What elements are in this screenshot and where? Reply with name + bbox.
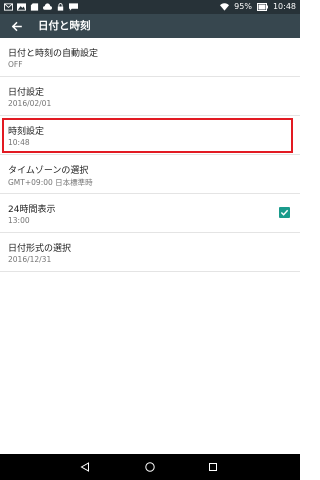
- sd-card-icon: [30, 3, 39, 11]
- recents-square-icon: [209, 463, 217, 471]
- home-circle-icon: [145, 462, 155, 472]
- setting-24-hour[interactable]: 24時間表示 13:00: [0, 194, 300, 233]
- navigation-bar: [0, 454, 300, 480]
- setting-date-format[interactable]: 日付形式の選択 2016/12/31: [0, 233, 300, 272]
- setting-summary: 2016/02/01: [8, 99, 52, 108]
- setting-title: 24時間表示: [8, 205, 56, 215]
- nav-home-button[interactable]: [137, 454, 163, 480]
- nav-recents-button[interactable]: [200, 454, 226, 480]
- 24-hour-checkbox[interactable]: [279, 207, 290, 218]
- setting-title: タイムゾーンの選択: [8, 166, 89, 176]
- setting-summary: OFF: [8, 60, 23, 69]
- setting-summary: 2016/12/31: [8, 255, 52, 264]
- battery-percent: 95%: [234, 2, 252, 11]
- back-button[interactable]: [6, 16, 26, 36]
- battery-icon: [256, 3, 268, 11]
- chat-icon: [69, 3, 78, 11]
- check-icon: [280, 209, 289, 216]
- page-title: 日付と時刻: [38, 20, 91, 32]
- setting-summary: 10:48: [8, 138, 30, 147]
- wifi-icon: [220, 3, 230, 11]
- status-time: 10:48: [272, 2, 296, 11]
- status-bar: 95% 10:48: [0, 0, 300, 14]
- setting-title: 日付と時刻の自動設定: [8, 49, 99, 59]
- settings-list: 日付と時刻の自動設定 OFF 日付設定 2016/02/01 時刻設定 10:4…: [0, 38, 300, 272]
- setting-auto-date-time[interactable]: 日付と時刻の自動設定 OFF: [0, 38, 300, 77]
- lock-icon: [57, 3, 64, 11]
- notification-icons: [4, 0, 78, 14]
- setting-title: 時刻設定: [8, 127, 45, 137]
- setting-summary: GMT+09:00 日本標準時: [8, 178, 93, 187]
- app-bar: 日付と時刻: [0, 14, 300, 38]
- arrow-back-icon: [11, 21, 22, 31]
- setting-title: 日付形式の選択: [8, 244, 72, 254]
- setting-time[interactable]: 時刻設定 10:48: [0, 116, 300, 155]
- nav-back-button[interactable]: [72, 454, 98, 480]
- setting-date[interactable]: 日付設定 2016/02/01: [0, 77, 300, 116]
- highlight-box: [2, 118, 293, 153]
- mail-icon: [4, 3, 13, 11]
- setting-title: 日付設定: [8, 88, 45, 98]
- image-icon: [17, 3, 26, 11]
- back-triangle-icon: [80, 462, 89, 472]
- setting-summary: 13:00: [8, 216, 30, 225]
- setting-timezone[interactable]: タイムゾーンの選択 GMT+09:00 日本標準時: [0, 155, 300, 194]
- cloud-icon: [43, 3, 52, 10]
- system-status: 95% 10:48: [220, 0, 296, 14]
